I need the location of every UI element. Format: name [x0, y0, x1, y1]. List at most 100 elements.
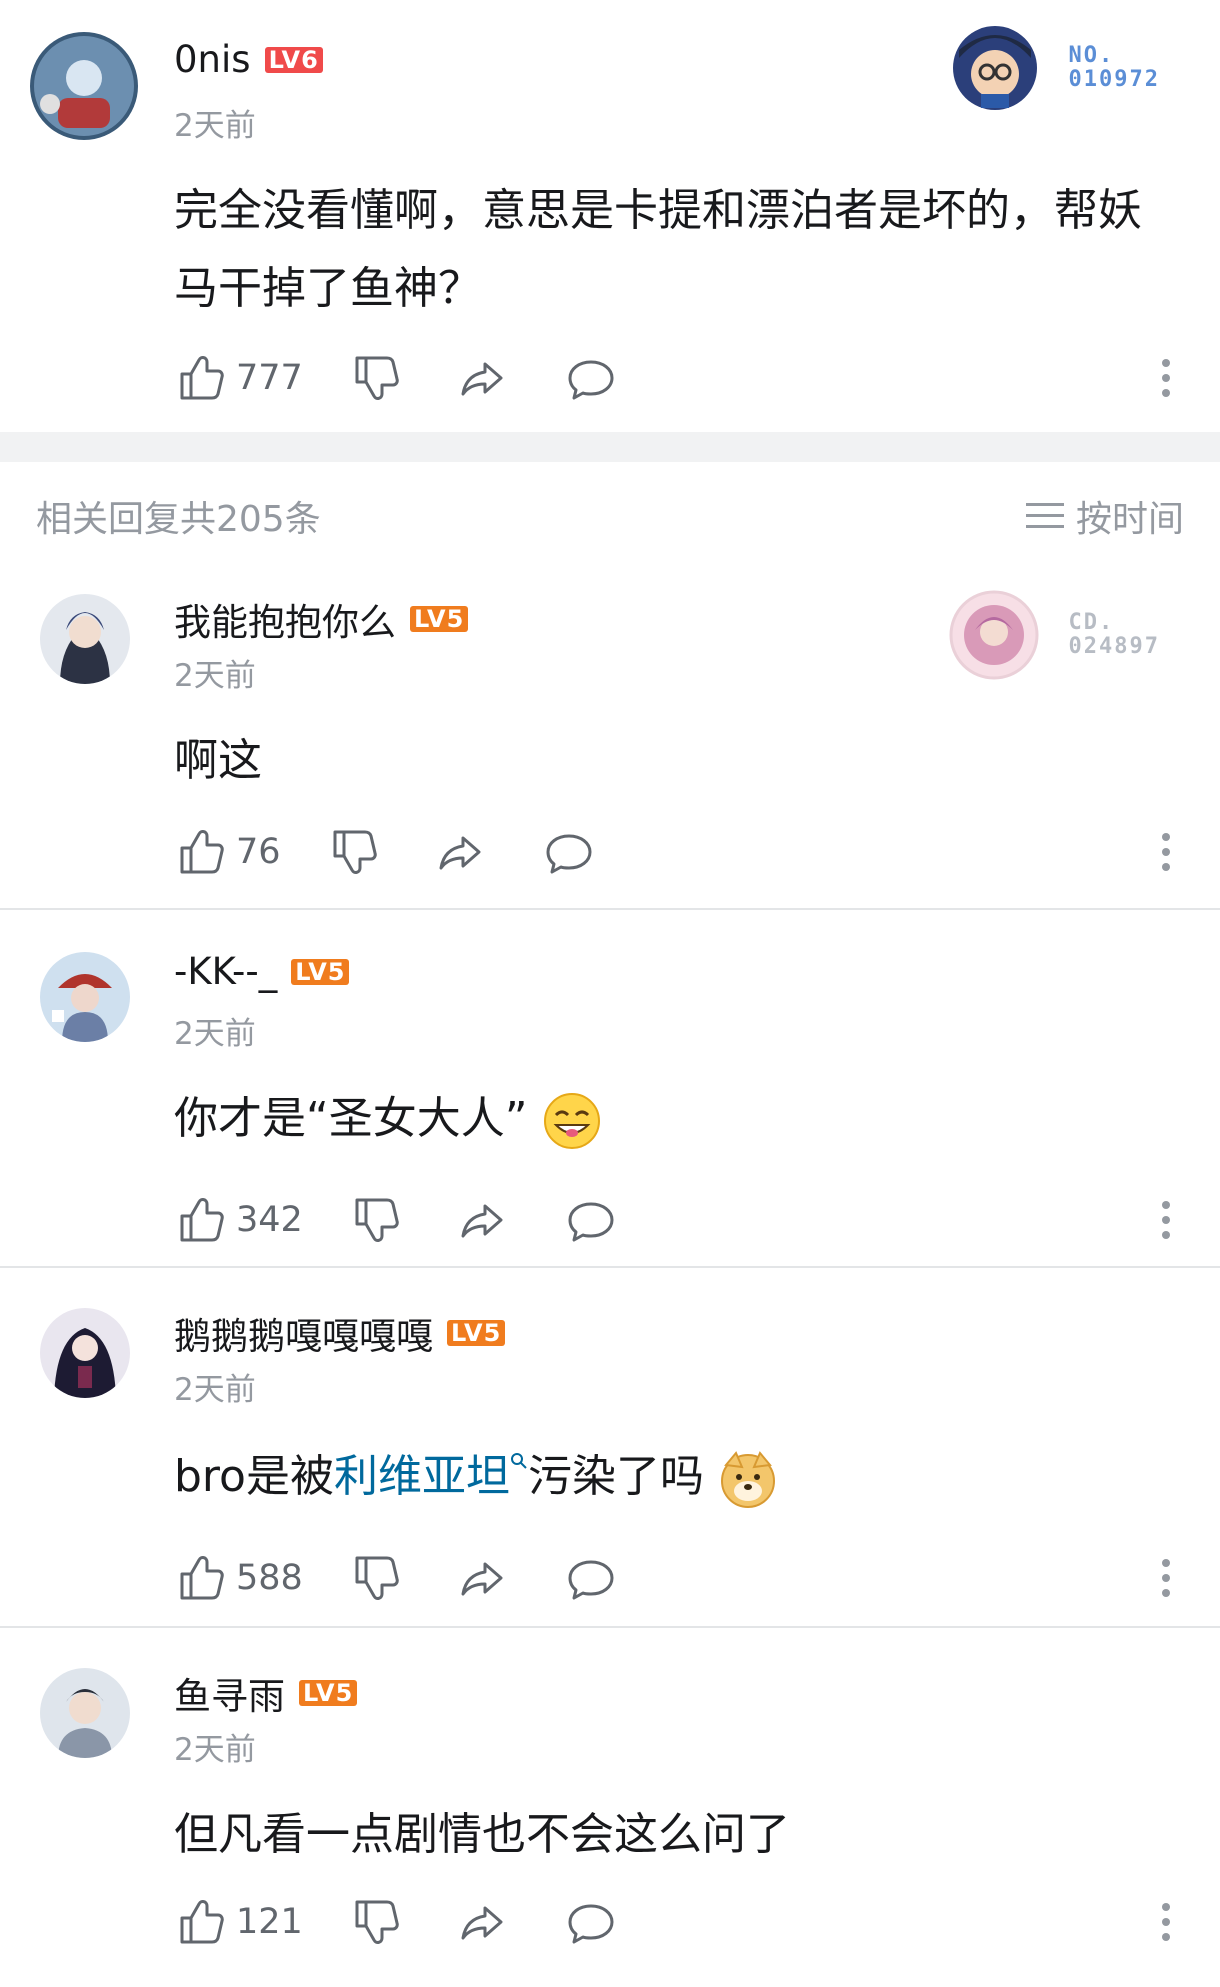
keyword-link[interactable]: 利维亚坦: [334, 1451, 510, 1502]
thumb-up-icon: [180, 1556, 224, 1600]
username-text[interactable]: 我能抱抱你么: [174, 592, 396, 646]
section-divider: [0, 432, 1220, 462]
thumb-down-icon: [355, 1198, 399, 1242]
username[interactable]: 鱼寻雨 LV5: [174, 1666, 358, 1720]
avatar[interactable]: [40, 594, 130, 684]
dislike-button[interactable]: [349, 352, 401, 404]
reply-item: 鱼寻雨 LV5 2天前 但凡看一点剧情也不会这么问了 121: [0, 1628, 1220, 1987]
reply-button[interactable]: [565, 352, 617, 404]
comment-icon: [568, 1202, 614, 1242]
timestamp: 2天前: [174, 1732, 256, 1768]
reply-button[interactable]: [543, 826, 595, 878]
reply-item: 鹅鹅鹅嘎嘎嘎嘎 LV5 2天前 bro是被利维亚坦 污染了吗 588: [0, 1268, 1220, 1626]
share-icon: [461, 362, 503, 396]
dislike-button[interactable]: [349, 1194, 401, 1246]
share-button[interactable]: [457, 1896, 509, 1948]
username-text[interactable]: 0nis: [174, 38, 251, 81]
like-count: 76: [236, 832, 281, 872]
fan-badge-number: CD. 024897: [1068, 610, 1160, 659]
comment-text: bro是被利维亚坦 污染了吗: [174, 1438, 1170, 1516]
share-button[interactable]: [457, 1552, 509, 1604]
menu-icon: [1025, 503, 1064, 528]
thumb-up-icon: [180, 1198, 224, 1242]
share-button[interactable]: [435, 826, 487, 878]
thumb-up-icon: [180, 830, 224, 874]
reply-count: 相关回复共205条: [36, 499, 321, 540]
username-text[interactable]: 鱼寻雨: [174, 1666, 285, 1720]
level-badge: LV5: [291, 958, 350, 985]
reply-button[interactable]: [565, 1194, 617, 1246]
avatar[interactable]: [40, 1668, 130, 1758]
level-badge: LV5: [410, 606, 469, 632]
timestamp: 2天前: [174, 1372, 256, 1408]
comment-text: 但凡看一点剧情也不会这么问了: [174, 1809, 790, 1860]
username[interactable]: 鹅鹅鹅嘎嘎嘎嘎 LV5: [174, 1306, 506, 1360]
thumb-up-icon: [180, 356, 224, 400]
reply-button[interactable]: [565, 1896, 617, 1948]
comment-icon: [568, 1560, 614, 1600]
sort-label: 按时间: [1075, 499, 1184, 540]
reply-item: -KK--_ LV5 2天前 你才是“圣女大人” 342: [0, 910, 1220, 1266]
username[interactable]: 我能抱抱你么 LV5: [174, 592, 469, 646]
username[interactable]: -KK--_ LV5: [174, 950, 350, 993]
comment-text: 你才是“圣女大人”: [174, 1080, 1170, 1158]
share-icon: [461, 1562, 503, 1596]
dislike-button[interactable]: [349, 1552, 401, 1604]
reply-button[interactable]: [565, 1552, 617, 1604]
more-icon[interactable]: [1160, 358, 1172, 398]
comment-text: 啊这: [174, 735, 262, 786]
avatar[interactable]: [40, 1308, 130, 1398]
share-icon: [461, 1906, 503, 1940]
timestamp: 2天前: [174, 1016, 256, 1052]
avatar[interactable]: [40, 952, 130, 1042]
fan-badge-number: NO. 010972: [1068, 43, 1160, 92]
action-bar: 121: [174, 1894, 617, 1950]
more-icon[interactable]: [1160, 1558, 1172, 1598]
thumb-down-icon: [355, 1900, 399, 1944]
like-button[interactable]: 76: [174, 826, 281, 878]
thumb-down-icon: [333, 830, 377, 874]
fan-badge-avatar: [952, 26, 1037, 110]
level-badge: LV5: [299, 1680, 358, 1706]
username[interactable]: 0nis LV6: [174, 38, 323, 81]
share-button[interactable]: [457, 352, 509, 404]
like-button[interactable]: 777: [174, 352, 303, 404]
fan-badge-avatar: [949, 590, 1039, 680]
search-icon: [510, 1453, 527, 1469]
like-count: 121: [236, 1902, 303, 1942]
like-button[interactable]: 121: [174, 1896, 303, 1948]
reply-item: 我能抱抱你么 LV5 2天前 CD. 024897 啊这 76: [0, 562, 1220, 908]
like-count: 588: [236, 1558, 303, 1598]
level-badge: LV6: [264, 46, 323, 73]
comment-icon: [568, 360, 614, 400]
reply-header: 相关回复共205条 按时间: [0, 462, 1220, 562]
more-icon[interactable]: [1160, 832, 1172, 872]
avatar[interactable]: [30, 32, 138, 140]
level-badge: LV5: [447, 1320, 506, 1346]
dislike-button[interactable]: [327, 826, 379, 878]
share-button[interactable]: [457, 1194, 509, 1246]
doge-emoji-icon: [720, 1451, 775, 1508]
action-bar: 777: [174, 350, 617, 406]
action-bar: 588: [174, 1550, 617, 1606]
fan-badge[interactable]: CD. 024897: [949, 590, 1160, 680]
like-count: 777: [236, 358, 303, 398]
grin-emoji-icon: [543, 1093, 600, 1149]
like-button[interactable]: 588: [174, 1552, 303, 1604]
like-count: 342: [236, 1200, 303, 1240]
thumb-up-icon: [180, 1900, 224, 1944]
action-bar: 342: [174, 1192, 617, 1248]
share-icon: [461, 1204, 503, 1238]
thumb-down-icon: [355, 1556, 399, 1600]
like-button[interactable]: 342: [174, 1194, 303, 1246]
fan-badge[interactable]: NO. 010972: [951, 24, 1160, 112]
more-icon[interactable]: [1160, 1902, 1172, 1942]
timestamp: 2天前: [174, 108, 256, 144]
dislike-button[interactable]: [349, 1896, 401, 1948]
more-icon[interactable]: [1160, 1200, 1172, 1240]
share-icon: [439, 836, 481, 870]
sort-button[interactable]: 按时间: [1025, 490, 1184, 542]
username-text[interactable]: 鹅鹅鹅嘎嘎嘎嘎: [174, 1306, 433, 1360]
username-text[interactable]: -KK--_: [174, 950, 277, 993]
comment-icon: [546, 834, 592, 874]
